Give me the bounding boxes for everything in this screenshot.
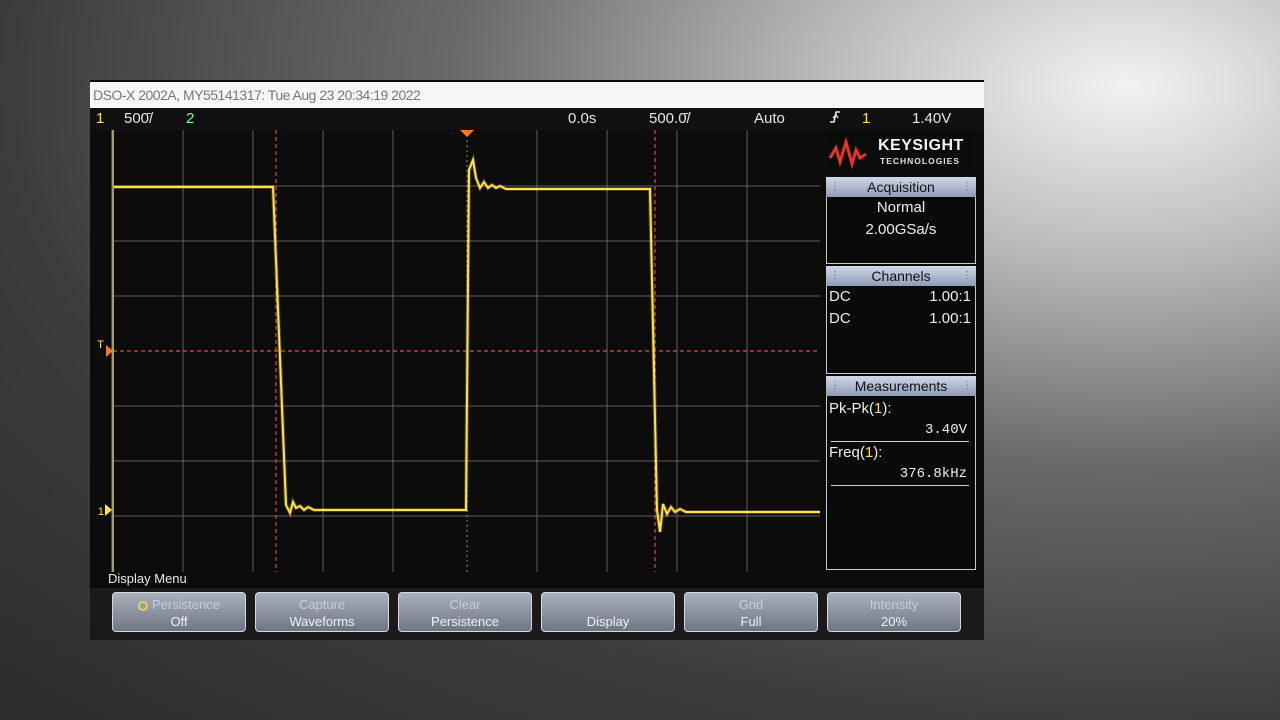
oscilloscope-screen: DSO-X 2002A, MY55141317: Tue Aug 23 20:3… (90, 80, 984, 640)
brand-name: KEYSIGHT (878, 137, 964, 154)
clear-persistence-softkey-line2: Persistence (431, 614, 499, 629)
ch2-label[interactable]: 2 (186, 108, 194, 130)
persistence-softkey-line1: Persistence (152, 597, 220, 612)
title-bar: DSO-X 2002A, MY55141317: Tue Aug 23 20:3… (90, 82, 984, 108)
capture-waveforms-softkey-line1: Capture (298, 597, 346, 612)
ch1-label[interactable]: 1 (96, 108, 104, 130)
clear-display-softkey-line2: Display (586, 614, 630, 629)
ch1-scale[interactable]: 500̄/ (124, 108, 153, 130)
clear-persistence-softkey-line1: Clear (449, 597, 481, 612)
sample-rate: 2.00GSa/s (865, 221, 937, 238)
persistence-softkey-line2: Off (170, 614, 188, 629)
ch1-probe: 1.00:1 (929, 288, 971, 305)
acquisition-section: Normal 2.00GSa/s (826, 197, 976, 264)
trigger-mode[interactable]: Auto (754, 108, 785, 130)
capture-waveforms-softkey-line2: Waveforms (289, 614, 355, 629)
channels-section: DC 1.00:1 DC 1.00:1 (826, 286, 976, 374)
grid-softkey-line1: Grid (738, 597, 764, 612)
acquisition-header-label: Acquisition (867, 179, 935, 195)
trigger-level-marker-label: T (97, 339, 104, 351)
intensity-softkey-line2: 20% (880, 614, 908, 629)
ch2-coupling: DC (829, 310, 851, 327)
keysight-logo: KEYSIGHT TECHNOLOGIES (826, 134, 974, 174)
measurements-header[interactable]: ⋮ Measurements ⋮ (826, 376, 976, 396)
clear-persistence-softkey[interactable]: Clear Persistence (398, 592, 532, 632)
channel1-ground-marker-label: 1 (98, 506, 104, 518)
softkey-bar: Persistence Off Capture Waveforms Clear … (90, 588, 984, 640)
grid-softkey-line2: Full (740, 614, 762, 629)
capture-waveforms-softkey[interactable]: Capture Waveforms (255, 592, 389, 632)
status-bar: 1 500̄/ 2 0.0s 500.0̄/ Auto 1 1.40V (90, 108, 984, 130)
display-menu-title: Display Menu (108, 571, 187, 586)
freq-label: Freq(1): (829, 444, 883, 461)
grid-softkey[interactable]: Grid Full (684, 592, 818, 632)
intensity-softkey[interactable]: Intensity 20% (827, 592, 961, 632)
measurements-header-label: Measurements (854, 378, 948, 394)
acquisition-header[interactable]: ⋮ Acquisition ⋮ (826, 177, 976, 197)
entry-knob-icon (138, 600, 149, 611)
pkpk-value: 3.40V (924, 422, 967, 438)
ch2-probe: 1.00:1 (929, 310, 971, 327)
channels-header[interactable]: ⋮ Channels ⋮ (826, 266, 976, 286)
channels-header-label: Channels (871, 268, 931, 284)
delay-readout[interactable]: 0.0s (568, 108, 596, 130)
clear-display-softkey[interactable]: Display (541, 592, 675, 632)
timebase-readout[interactable]: 500.0̄/ (649, 108, 691, 130)
persistence-softkey[interactable]: Persistence Off (112, 592, 246, 632)
freq-value: 376.8kHz (899, 466, 967, 482)
trigger-level[interactable]: 1.40V (912, 108, 951, 130)
measurements-section: Pk-Pk(1): 3.40V Freq(1): 376.8kHz (826, 396, 976, 570)
pkpk-label: Pk-Pk(1): (829, 400, 892, 417)
brand-subtitle: TECHNOLOGIES (880, 156, 961, 166)
waveform-display[interactable]: 1 T (90, 130, 824, 572)
intensity-softkey-line1: Intensity (869, 597, 919, 612)
trigger-source[interactable]: 1 (862, 108, 870, 130)
ch1-coupling: DC (829, 288, 851, 305)
keysight-wave-icon (828, 136, 867, 170)
acquisition-mode: Normal (876, 199, 926, 216)
